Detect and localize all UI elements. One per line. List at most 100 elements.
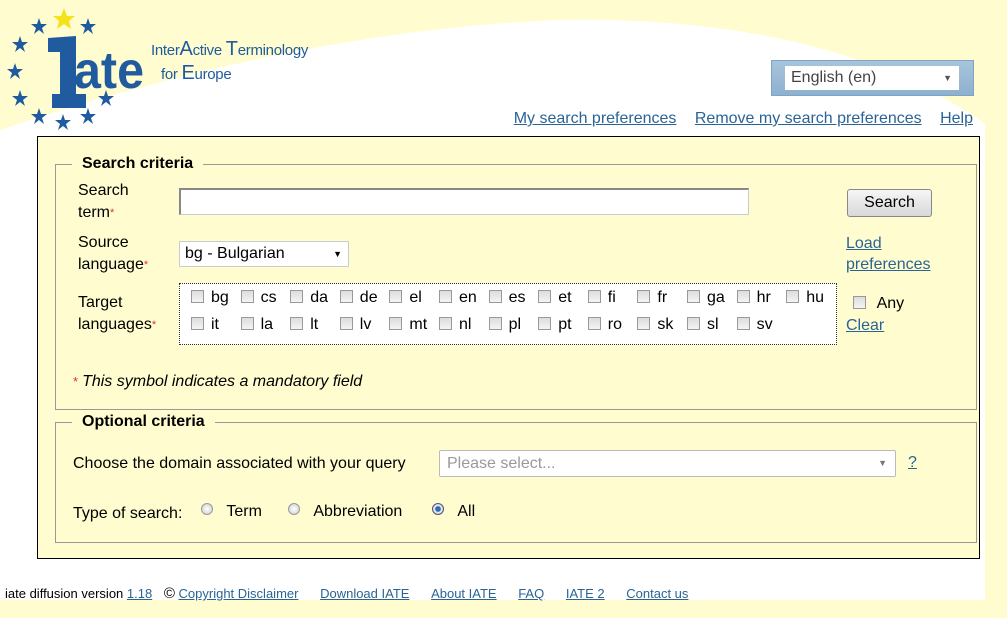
footer: iate diffusion version 1.18 © Copyright … — [5, 585, 689, 602]
target-language-option[interactable]: el — [389, 288, 422, 308]
target-language-checkbox[interactable] — [587, 290, 601, 304]
target-language-label: ga — [707, 289, 725, 306]
header: ate InterActive Terminology for Europe E… — [0, 0, 1007, 135]
target-language-checkbox[interactable] — [290, 290, 304, 304]
target-language-checkbox[interactable] — [290, 317, 304, 331]
target-language-option[interactable]: bg — [191, 288, 229, 308]
any-language-option[interactable]: Any — [853, 295, 904, 313]
search-button[interactable]: Search — [847, 189, 932, 217]
target-language-option[interactable]: de — [339, 288, 378, 308]
search-type-term[interactable]: Term — [201, 502, 262, 521]
target-language-option[interactable]: es — [488, 288, 526, 308]
target-language-checkbox[interactable] — [488, 290, 502, 304]
chevron-down-icon: ▼ — [943, 73, 952, 83]
version-link[interactable]: 1.18 — [127, 586, 152, 601]
target-language-label: bg — [211, 289, 229, 306]
target-language-checkbox[interactable] — [786, 290, 800, 304]
faq-link[interactable]: FAQ — [518, 586, 544, 601]
target-language-checkbox[interactable] — [339, 317, 353, 331]
target-language-checkbox[interactable] — [191, 290, 204, 304]
target-language-checkbox[interactable] — [439, 290, 452, 304]
target-language-checkbox[interactable] — [389, 317, 403, 331]
language-selector-container: English (en) ▼ — [771, 60, 974, 96]
language-select[interactable]: English (en) ▼ — [785, 66, 959, 90]
target-language-checkbox[interactable] — [191, 317, 204, 331]
target-language-checkbox[interactable] — [339, 290, 353, 304]
target-language-checkbox[interactable] — [439, 317, 452, 331]
clear-link[interactable]: Clear — [846, 317, 884, 335]
optional-criteria-legend: Optional criteria — [82, 413, 205, 430]
target-language-option[interactable]: pt — [538, 315, 572, 335]
target-language-option[interactable]: lt — [290, 315, 318, 335]
my-search-preferences-link[interactable]: My search preferences — [514, 110, 677, 127]
target-language-checkbox[interactable] — [736, 290, 750, 304]
target-language-option[interactable]: pl — [488, 315, 521, 335]
radio-term[interactable] — [201, 502, 213, 515]
star-icon — [80, 18, 96, 34]
star-icon — [55, 114, 71, 130]
target-language-label: it — [211, 316, 219, 333]
target-language-option[interactable]: sk — [637, 315, 673, 335]
target-language-option[interactable]: et — [538, 288, 572, 308]
search-term-label: Search term* — [78, 182, 129, 221]
star-icon — [7, 63, 23, 79]
load-preferences-link[interactable]: Load preferences — [846, 233, 931, 275]
target-language-checkbox[interactable] — [587, 317, 601, 331]
target-language-option[interactable]: lv — [339, 315, 371, 335]
target-language-option[interactable]: hr — [736, 288, 771, 308]
target-language-option[interactable]: la — [240, 315, 273, 335]
target-language-checkbox[interactable] — [637, 317, 651, 331]
target-language-label: cs — [260, 289, 277, 306]
target-language-label: ro — [607, 316, 623, 333]
target-language-option[interactable]: ro — [587, 315, 623, 335]
source-language-select[interactable]: bg - Bulgarian ▼ — [179, 241, 349, 267]
target-language-option[interactable]: fi — [587, 288, 616, 308]
help-link[interactable]: Help — [940, 110, 973, 127]
search-form: Search criteria Search term* Search Sour… — [37, 136, 980, 559]
target-language-checkbox[interactable] — [538, 290, 552, 304]
target-language-option[interactable]: cs — [240, 288, 277, 308]
target-language-checkbox[interactable] — [687, 317, 700, 331]
iate2-link[interactable]: IATE 2 — [566, 586, 605, 601]
target-language-checkbox[interactable] — [538, 317, 552, 331]
target-language-checkbox[interactable] — [240, 290, 254, 304]
download-iate-link[interactable]: Download IATE — [320, 586, 409, 601]
target-language-checkbox[interactable] — [488, 317, 502, 331]
target-language-checkbox[interactable] — [736, 317, 750, 331]
domain-select[interactable]: Please select... ▼ — [439, 450, 896, 477]
target-language-label: mt — [409, 316, 428, 333]
target-language-option[interactable]: sv — [736, 315, 773, 335]
radio-all[interactable] — [432, 502, 444, 515]
target-language-label: fr — [657, 289, 668, 306]
target-language-label: hu — [806, 289, 824, 306]
target-language-option[interactable]: sl — [687, 315, 719, 335]
target-language-label: et — [558, 289, 572, 306]
contact-us-link[interactable]: Contact us — [626, 586, 688, 601]
target-language-option[interactable]: da — [290, 288, 328, 308]
radio-abbreviation[interactable] — [288, 502, 300, 515]
copyright-disclaimer-link[interactable]: Copyright Disclaimer — [179, 586, 299, 601]
target-language-label: fi — [607, 289, 616, 306]
search-term-input[interactable] — [179, 188, 749, 215]
target-language-option[interactable]: it — [191, 315, 219, 335]
search-criteria-legend: Search criteria — [82, 155, 194, 172]
target-language-label: sl — [707, 316, 719, 333]
domain-help-link[interactable]: ? — [908, 454, 917, 472]
target-language-checkbox[interactable] — [389, 290, 403, 304]
required-marker: * — [143, 259, 149, 271]
target-language-option[interactable]: fr — [637, 288, 667, 308]
target-language-option[interactable]: ga — [687, 288, 725, 308]
remove-search-preferences-link[interactable]: Remove my search preferences — [695, 110, 922, 127]
target-language-checkbox[interactable] — [687, 290, 700, 304]
target-language-option[interactable]: hu — [786, 288, 824, 308]
any-checkbox[interactable] — [853, 296, 866, 310]
search-type-all[interactable]: All — [432, 502, 475, 521]
about-iate-link[interactable]: About IATE — [431, 586, 497, 601]
target-languages-box: bg cs da de el en es et fi fr ga hr hu it la lt lv mt nl pl… — [179, 283, 837, 345]
target-language-option[interactable]: mt — [389, 315, 427, 335]
search-type-abbreviation[interactable]: Abbreviation — [288, 502, 402, 521]
target-language-checkbox[interactable] — [637, 290, 651, 304]
target-language-option[interactable]: nl — [439, 315, 471, 335]
target-language-checkbox[interactable] — [240, 317, 254, 331]
target-language-option[interactable]: en — [439, 288, 477, 308]
